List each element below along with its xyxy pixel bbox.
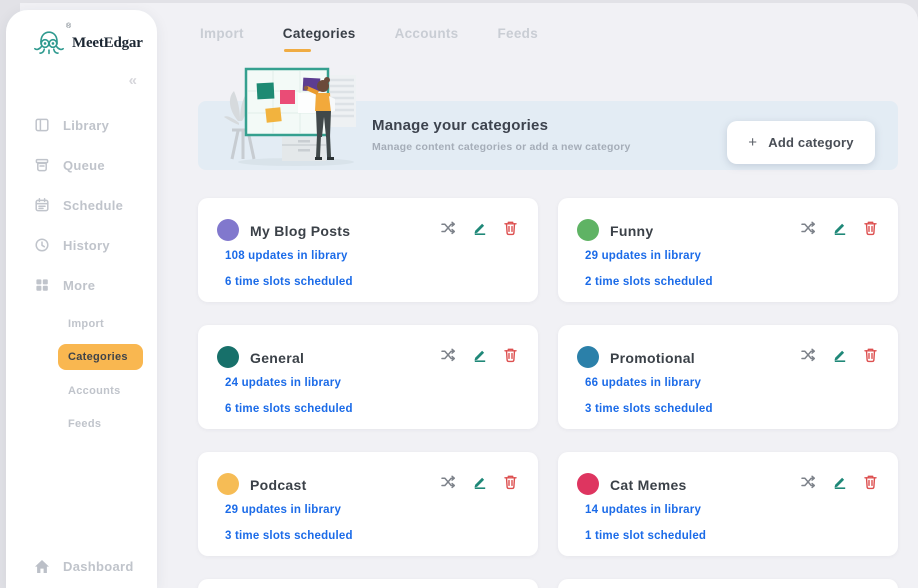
category-color-dot <box>577 473 599 495</box>
category-card: General 24 updates in library 6 time slo… <box>198 325 538 429</box>
add-category-button[interactable]: + Add category <box>727 121 875 164</box>
partial-category-card <box>198 579 538 588</box>
edit-icon[interactable] <box>832 474 848 490</box>
category-name: General <box>250 350 304 366</box>
sidebar-item-label: History <box>63 238 110 253</box>
shuffle-icon[interactable] <box>440 220 457 236</box>
subitem-label: Accounts <box>68 385 121 397</box>
registered-mark: ® <box>66 23 71 30</box>
add-category-label: Add category <box>768 135 853 150</box>
updates-link[interactable]: 29 updates in library <box>225 504 341 516</box>
updates-link[interactable]: 108 updates in library <box>225 250 348 262</box>
sidebar-nav: Library Queue Schedule History More Impo… <box>6 105 157 440</box>
delete-icon[interactable] <box>503 220 518 236</box>
more-grid-icon <box>34 277 50 293</box>
edit-icon[interactable] <box>832 220 848 236</box>
slots-link[interactable]: 6 time slots scheduled <box>225 276 353 288</box>
subitem-label: Import <box>68 318 104 330</box>
manage-categories-banner: Manage your categories Manage content ca… <box>198 101 898 170</box>
banner-subtitle: Manage content categories or add a new c… <box>372 141 631 153</box>
schedule-icon <box>34 197 50 213</box>
slots-link[interactable]: 1 time slot scheduled <box>585 530 706 542</box>
sidebar-item-label: More <box>63 278 95 293</box>
category-card: Cat Memes 14 updates in library 1 time s… <box>558 452 898 556</box>
category-color-dot <box>577 346 599 368</box>
delete-icon[interactable] <box>503 474 518 490</box>
updates-link[interactable]: 14 updates in library <box>585 504 701 516</box>
sidebar-subitem-feeds[interactable]: Feeds <box>6 407 157 440</box>
home-icon <box>34 559 50 574</box>
sidebar-item-label: Dashboard <box>63 559 134 574</box>
subitem-label: Feeds <box>68 418 101 430</box>
category-card: Promotional 66 updates in library 3 time… <box>558 325 898 429</box>
sidebar: ® MeetEdgar « Library Queue Schedule His… <box>6 10 157 588</box>
updates-link[interactable]: 24 updates in library <box>225 377 341 389</box>
slots-link[interactable]: 3 time slots scheduled <box>585 403 713 415</box>
banner-title: Manage your categories <box>372 117 631 134</box>
sidebar-item-label: Schedule <box>63 198 123 213</box>
category-card: My Blog Posts 108 updates in library 6 t… <box>198 198 538 302</box>
sidebar-subitem-import[interactable]: Import <box>6 307 157 340</box>
delete-icon[interactable] <box>503 347 518 363</box>
category-name: Cat Memes <box>610 477 687 493</box>
whiteboard-illustration <box>224 63 366 169</box>
sidebar-item-schedule[interactable]: Schedule <box>6 185 157 225</box>
partial-category-card <box>558 579 898 588</box>
sidebar-item-label: Queue <box>63 158 105 173</box>
collapse-sidebar-icon[interactable]: « <box>6 60 157 89</box>
tab-import[interactable]: Import <box>200 26 244 50</box>
sidebar-item-dashboard[interactable]: Dashboard <box>6 549 157 588</box>
updates-link[interactable]: 29 updates in library <box>585 250 701 262</box>
category-color-dot <box>217 346 239 368</box>
category-name: Podcast <box>250 477 307 493</box>
slots-link[interactable]: 6 time slots scheduled <box>225 403 353 415</box>
category-name: My Blog Posts <box>250 223 350 239</box>
plus-icon: + <box>748 134 757 151</box>
edit-icon[interactable] <box>472 347 488 363</box>
more-submenu: Import Categories Accounts Feeds <box>6 305 157 440</box>
categories-grid: My Blog Posts 108 updates in library 6 t… <box>198 198 898 588</box>
sidebar-item-library[interactable]: Library <box>6 105 157 145</box>
shuffle-icon[interactable] <box>440 474 457 490</box>
edit-icon[interactable] <box>472 220 488 236</box>
shuffle-icon[interactable] <box>800 220 817 236</box>
top-tabs: Import Categories Accounts Feeds <box>157 3 918 50</box>
category-color-dot <box>577 219 599 241</box>
updates-link[interactable]: 66 updates in library <box>585 377 701 389</box>
brand-logo[interactable]: ® MeetEdgar <box>6 10 157 60</box>
category-card: Funny 29 updates in library 2 time slots… <box>558 198 898 302</box>
category-color-dot <box>217 473 239 495</box>
category-name: Promotional <box>610 350 695 366</box>
sidebar-item-more[interactable]: More <box>6 265 157 305</box>
shuffle-icon[interactable] <box>440 347 457 363</box>
tab-accounts[interactable]: Accounts <box>395 26 459 50</box>
delete-icon[interactable] <box>863 474 878 490</box>
slots-link[interactable]: 3 time slots scheduled <box>225 530 353 542</box>
shuffle-icon[interactable] <box>800 347 817 363</box>
library-icon <box>34 117 50 133</box>
queue-icon <box>34 157 50 173</box>
edit-icon[interactable] <box>832 347 848 363</box>
sidebar-subitem-categories[interactable]: Categories <box>6 340 157 374</box>
main-area: Import Categories Accounts Feeds <box>157 3 918 588</box>
delete-icon[interactable] <box>863 347 878 363</box>
sidebar-item-label: Library <box>63 118 109 133</box>
edit-icon[interactable] <box>472 474 488 490</box>
sidebar-item-queue[interactable]: Queue <box>6 145 157 185</box>
sidebar-subitem-accounts[interactable]: Accounts <box>6 374 157 407</box>
tab-feeds[interactable]: Feeds <box>498 26 539 50</box>
sidebar-item-history[interactable]: History <box>6 225 157 265</box>
brand-name: MeetEdgar <box>72 35 143 52</box>
category-card: Podcast 29 updates in library 3 time slo… <box>198 452 538 556</box>
slots-link[interactable]: 2 time slots scheduled <box>585 276 713 288</box>
tab-categories[interactable]: Categories <box>283 26 356 50</box>
category-name: Funny <box>610 223 654 239</box>
octopus-logo-icon <box>32 26 66 60</box>
shuffle-icon[interactable] <box>800 474 817 490</box>
subitem-label: Categories <box>58 344 143 370</box>
history-icon <box>34 237 50 253</box>
delete-icon[interactable] <box>863 220 878 236</box>
category-color-dot <box>217 219 239 241</box>
